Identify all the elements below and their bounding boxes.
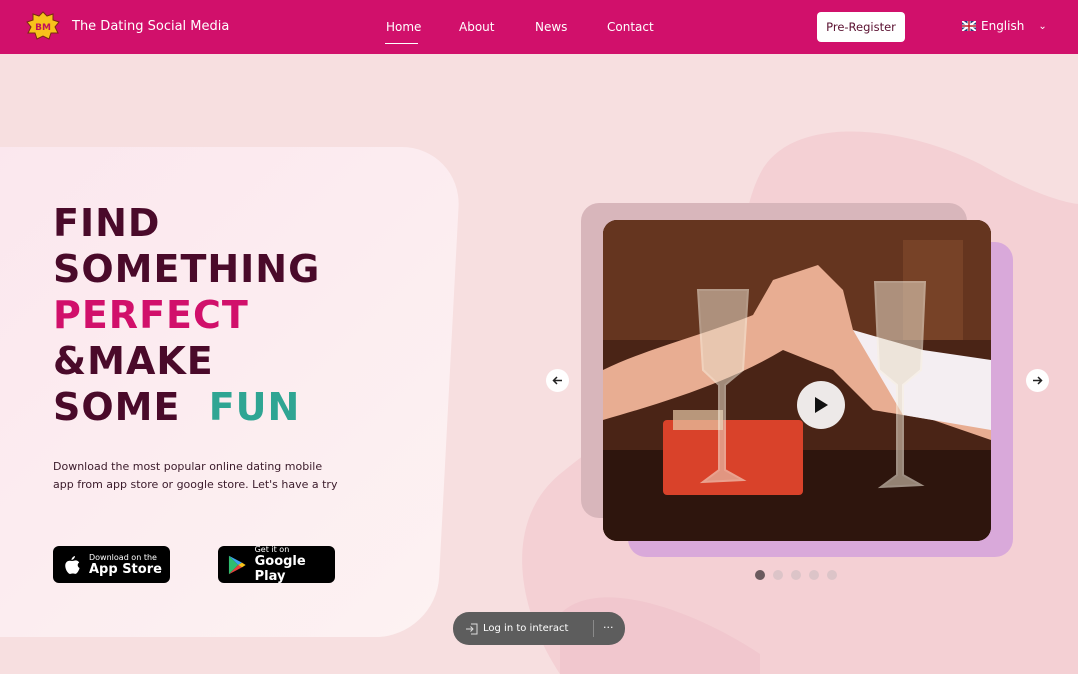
brand-name[interactable]: The Dating Social Media (72, 19, 229, 34)
google-play-icon (228, 555, 246, 574)
hero-headline: FIND SOMETHING PERFECT &MAKE SOME FUN (53, 200, 320, 430)
logo-icon[interactable]: BM (26, 11, 60, 41)
carousel-dot-1[interactable] (755, 570, 765, 580)
language-selector[interactable]: English ⌄ (962, 19, 1047, 33)
carousel-next-button[interactable] (1026, 369, 1049, 392)
nav-about[interactable]: About (459, 20, 494, 34)
headline-line-5: SOME FUN (53, 384, 320, 430)
nav-active-indicator (385, 43, 418, 44)
carousel-dot-2[interactable] (773, 570, 783, 580)
app-store-text: Download on the App Store (89, 553, 162, 577)
arrow-left-icon (552, 376, 562, 385)
apple-icon (65, 555, 80, 574)
carousel-dot-3[interactable] (791, 570, 801, 580)
pre-register-button[interactable]: Pre-Register (817, 12, 905, 42)
carousel-dots (755, 570, 837, 580)
uk-flag-icon (962, 21, 976, 31)
more-options-icon[interactable]: ··· (603, 621, 614, 634)
hero-description: Download the most popular online dating … (53, 460, 338, 491)
chevron-down-icon: ⌄ (1038, 20, 1047, 32)
login-label: Log in to interact (483, 623, 569, 634)
play-button[interactable] (797, 381, 845, 429)
nav-home[interactable]: Home (386, 20, 421, 34)
video-thumbnail (603, 220, 991, 541)
nav-contact[interactable]: Contact (607, 20, 654, 34)
app-store-big: App Store (89, 561, 162, 577)
google-play-small: Get it on (254, 545, 290, 554)
language-label: English (981, 19, 1025, 33)
pill-divider (593, 620, 594, 637)
headline-word-some: SOME (53, 385, 181, 429)
carousel-prev-button[interactable] (546, 369, 569, 392)
google-play-button[interactable]: Get it on Google Play (218, 545, 335, 584)
arrow-right-icon (1033, 376, 1043, 385)
google-play-text: Get it on Google Play (255, 545, 335, 584)
nav-news[interactable]: News (535, 20, 567, 34)
headline-line-1: FIND (53, 201, 161, 245)
headline-line-3: PERFECT (53, 293, 249, 337)
headline-word-fun: FUN (208, 385, 301, 429)
carousel-dot-4[interactable] (809, 570, 819, 580)
app-store-small: Download on the (89, 552, 157, 562)
logo-text: BM (35, 23, 51, 33)
video-player[interactable] (603, 220, 991, 541)
login-to-interact-pill[interactable]: Log in to interact ··· (453, 612, 625, 645)
google-play-big: Google Play (254, 554, 306, 584)
play-icon (815, 397, 828, 413)
app-store-button[interactable]: Download on the App Store (53, 546, 170, 583)
top-navbar: BM The Dating Social Media Home About Ne… (0, 0, 1078, 54)
login-icon (466, 623, 478, 634)
headline-line-4: &MAKE (53, 339, 214, 383)
carousel-dot-5[interactable] (827, 570, 837, 580)
headline-line-2: SOMETHING (53, 247, 321, 291)
